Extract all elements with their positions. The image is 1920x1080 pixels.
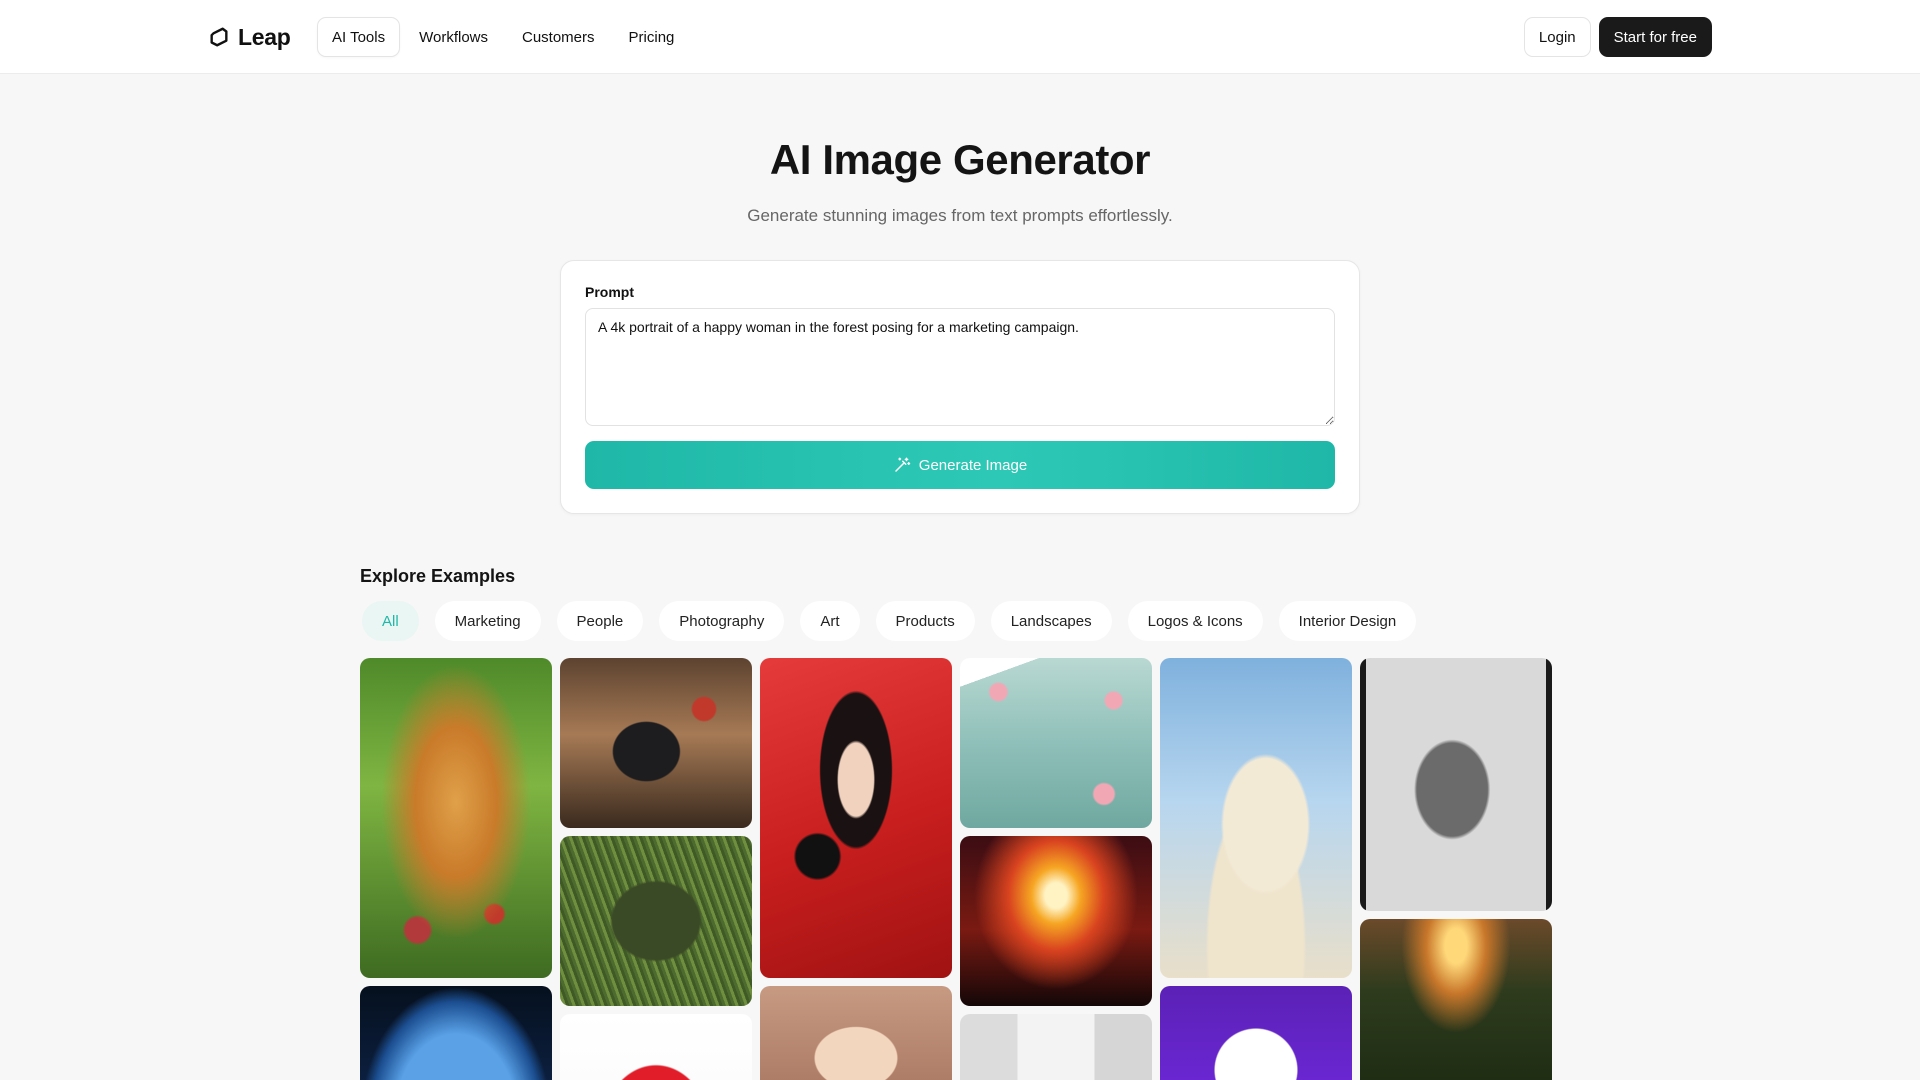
page-title: AI Image Generator — [769, 136, 1151, 183]
chip-photography[interactable]: Photography — [659, 601, 785, 641]
category-chips: All Marketing People Photography Art Pro… — [362, 601, 1417, 641]
example-image-puppy[interactable] — [360, 658, 552, 978]
examples-gallery — [360, 658, 1552, 1080]
nav-links: AI Tools Workflows Customers Pricing — [317, 17, 693, 57]
nav-link-ai-tools[interactable]: AI Tools — [317, 17, 401, 57]
leap-logo-icon — [210, 27, 228, 47]
start-for-free-button[interactable]: Start for free — [1598, 17, 1712, 57]
example-image-space-station[interactable] — [360, 986, 552, 1080]
chip-landscapes[interactable]: Landscapes — [990, 601, 1112, 641]
example-image-workspace[interactable] — [560, 658, 752, 828]
chip-marketing[interactable]: Marketing — [434, 601, 541, 641]
login-button[interactable]: Login — [1523, 17, 1591, 57]
example-image-woman-camera[interactable] — [760, 658, 952, 978]
prompt-input[interactable] — [585, 308, 1335, 426]
prompt-card: Prompt Generate Image — [560, 260, 1360, 514]
leap-logo[interactable]: Leap — [208, 21, 291, 53]
example-image-crane-art[interactable] — [960, 658, 1152, 828]
page-subtitle: Generate stunning images from text promp… — [747, 206, 1173, 225]
prompt-label: Prompt — [585, 284, 634, 300]
logo-text: Leap — [238, 23, 291, 50]
nav-link-pricing[interactable]: Pricing — [614, 17, 690, 57]
chip-interior-design[interactable]: Interior Design — [1278, 601, 1417, 641]
example-image-buddha-logo[interactable] — [1160, 986, 1352, 1080]
example-image-house[interactable] — [760, 986, 952, 1080]
chip-logos-icons[interactable]: Logos & Icons — [1127, 601, 1263, 641]
top-navbar: Leap AI Tools Workflows Customers Pricin… — [0, 0, 1920, 74]
magic-wand-icon — [895, 457, 911, 472]
example-image-sneaker[interactable] — [1160, 658, 1352, 978]
example-image-umbrella[interactable] — [560, 1014, 752, 1080]
example-image-green-shirt[interactable] — [560, 836, 752, 1006]
example-image-interior[interactable] — [960, 1014, 1152, 1080]
example-image-river-landscape[interactable] — [1360, 919, 1552, 1080]
chip-products[interactable]: Products — [875, 601, 975, 641]
example-image-concert[interactable] — [960, 836, 1152, 1006]
chip-people[interactable]: People — [556, 601, 644, 641]
chip-all[interactable]: All — [362, 601, 419, 641]
nav-actions: Login Start for free — [1523, 17, 1712, 57]
example-image-gray-tshirt[interactable] — [1360, 658, 1552, 911]
generate-image-label: Generate Image — [918, 456, 1028, 474]
chip-art[interactable]: Art — [800, 601, 860, 641]
nav-link-customers[interactable]: Customers — [507, 17, 610, 57]
examples-heading: Explore Examples — [360, 566, 516, 586]
generate-image-button[interactable]: Generate Image — [585, 441, 1335, 489]
nav-link-workflows[interactable]: Workflows — [404, 17, 503, 57]
